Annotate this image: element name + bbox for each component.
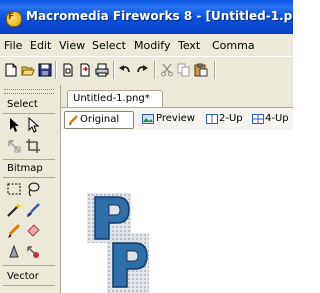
new-document-icon[interactable] (4, 63, 18, 77)
crop-tool-icon[interactable] (25, 138, 41, 154)
menu-select[interactable]: Select (92, 39, 126, 52)
view-4up-label: 4-Up (265, 113, 289, 124)
marquee-tool-icon[interactable] (6, 181, 22, 197)
menu-file[interactable]: File (4, 39, 22, 52)
print-icon[interactable] (95, 63, 109, 77)
view-2up-label: 2-Up (219, 113, 243, 124)
export-icon[interactable] (78, 63, 92, 77)
scale-tool-icon[interactable] (6, 138, 22, 154)
redo-icon[interactable] (135, 63, 149, 77)
menu-commands[interactable]: Comma (212, 39, 255, 52)
copy-icon[interactable] (177, 63, 191, 77)
main-toolbar (0, 56, 293, 86)
section-divider (3, 177, 55, 178)
view-preview-label: Preview (156, 113, 195, 124)
double-p-logo-image (87, 193, 149, 293)
view-preview-button[interactable]: Preview (141, 111, 201, 127)
save-icon[interactable] (38, 63, 52, 77)
section-label-bitmap: Bitmap (7, 163, 43, 174)
preview-icon (142, 114, 154, 124)
app-icon-letter: F (8, 12, 15, 22)
eraser-tool-icon[interactable] (25, 223, 41, 239)
section-label-select: Select (7, 99, 38, 110)
toolbar-separator (214, 61, 216, 79)
fireworks-app-icon[interactable]: F (6, 11, 22, 27)
section-divider (3, 113, 55, 114)
rubber-stamp-tool-icon[interactable] (25, 244, 41, 260)
document-tab[interactable]: Untitled-1.png* (67, 90, 163, 108)
document-area: Untitled-1.png* Original Preview 2-Up 4-… (61, 85, 293, 293)
open-folder-icon[interactable] (21, 63, 35, 77)
blur-tool-icon[interactable] (6, 244, 22, 260)
view-mode-bar: Original Preview 2-Up 4-Up (61, 107, 293, 131)
view-original-button[interactable]: Original (64, 111, 134, 129)
document-canvas[interactable] (61, 130, 293, 293)
view-4up-button[interactable]: 4-Up (251, 111, 293, 127)
tools-panel: Select Bitmap Vector (0, 85, 61, 293)
menu-edit[interactable]: Edit (30, 39, 51, 52)
pencil-icon (69, 115, 78, 125)
toolbar-separator (154, 61, 156, 79)
four-up-icon (252, 114, 264, 124)
view-2up-button[interactable]: 2-Up (205, 111, 247, 127)
section-divider (3, 285, 55, 286)
title-bar[interactable]: F Macromedia Fireworks 8 - [Untitled-1.p (0, 0, 293, 34)
panel-grip[interactable] (4, 89, 54, 94)
section-divider (3, 159, 55, 160)
section-label-vector: Vector (7, 271, 39, 282)
magic-wand-tool-icon[interactable] (6, 202, 22, 218)
application-window: F Macromedia Fireworks 8 - [Untitled-1.p… (0, 0, 293, 293)
section-divider (3, 265, 55, 266)
document-tab-strip: Untitled-1.png* (61, 85, 293, 108)
view-original-label: Original (80, 114, 120, 125)
cut-icon[interactable] (160, 63, 174, 77)
toolbar-separator (113, 61, 115, 79)
window-title: Macromedia Fireworks 8 - [Untitled-1.p (26, 9, 293, 23)
brush-tool-icon[interactable] (25, 202, 41, 218)
lasso-tool-icon[interactable] (25, 181, 41, 197)
import-icon[interactable] (61, 63, 75, 77)
subselection-tool-icon[interactable] (25, 117, 41, 133)
menu-modify[interactable]: Modify (134, 39, 170, 52)
menu-bar: File Edit View Select Modify Text Comma (0, 34, 293, 56)
pointer-tool-icon[interactable] (6, 117, 22, 133)
two-up-icon (206, 114, 218, 124)
paste-icon[interactable] (194, 63, 208, 77)
document-tab-label: Untitled-1.png* (73, 93, 150, 104)
undo-icon[interactable] (118, 63, 132, 77)
menu-text[interactable]: Text (178, 39, 200, 52)
menu-view[interactable]: View (59, 39, 85, 52)
pencil-tool-icon[interactable] (6, 223, 22, 239)
toolbar-separator (55, 61, 57, 79)
